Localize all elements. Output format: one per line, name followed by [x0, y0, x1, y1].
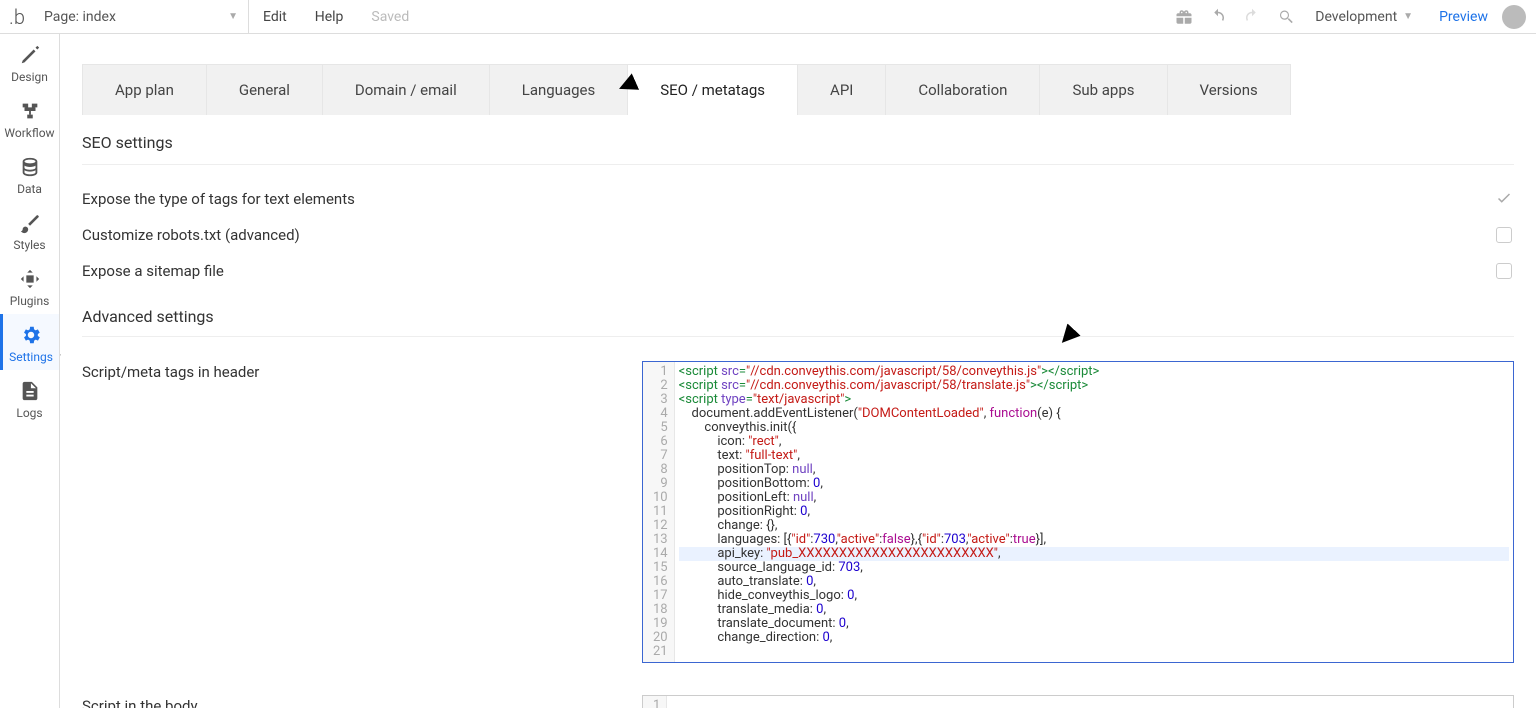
sidebar-item-logs[interactable]: Logs [0, 370, 59, 426]
tab-general[interactable]: General [207, 64, 323, 115]
document-icon [19, 380, 41, 402]
tab-api[interactable]: API [798, 64, 886, 115]
check-icon [1495, 190, 1513, 208]
sidebar-item-styles[interactable]: Styles [0, 202, 59, 258]
gift-icon[interactable] [1167, 0, 1201, 34]
environment-select[interactable]: Development ▼ [1303, 9, 1425, 25]
checkbox-robots[interactable] [1494, 225, 1514, 245]
code-editor-body[interactable]: 1 [642, 695, 1514, 708]
sidebar-item-workflow[interactable]: Workflow [0, 90, 59, 146]
code-editor-header[interactable]: 123456789101112131415161718192021 <scrip… [642, 361, 1514, 663]
menu-edit[interactable]: Edit [249, 0, 301, 33]
page-select-label: Page: index [44, 9, 116, 25]
sidebar-item-label: Design [11, 70, 48, 84]
tab-sub-apps[interactable]: Sub apps [1040, 64, 1167, 115]
design-icon [19, 44, 41, 66]
section-advanced-settings: Advanced settings [82, 289, 1514, 337]
setting-label: Expose the type of tags for text element… [82, 190, 355, 208]
page-select[interactable]: Page: index ▼ [34, 0, 249, 33]
label-script-body: Script in the body [82, 695, 642, 708]
chevron-down-icon: ▼ [228, 11, 238, 22]
sidebar-item-label: Logs [16, 406, 42, 420]
undo-icon[interactable] [1201, 0, 1235, 34]
gear-icon [20, 324, 42, 346]
sidebar-item-label: Workflow [4, 126, 54, 140]
tab-versions[interactable]: Versions [1168, 64, 1291, 115]
setting-expose-tags: Expose the type of tags for text element… [82, 181, 1514, 217]
tab-domain-email[interactable]: Domain / email [323, 64, 490, 115]
brush-icon [19, 212, 41, 234]
code-content[interactable] [667, 696, 1513, 708]
setting-label: Customize robots.txt (advanced) [82, 226, 300, 244]
avatar[interactable] [1502, 5, 1526, 29]
redo-icon[interactable] [1235, 0, 1269, 34]
menu-help[interactable]: Help [301, 0, 358, 33]
search-icon[interactable] [1269, 0, 1303, 34]
save-status: Saved [357, 0, 423, 33]
sidebar-item-plugins[interactable]: Plugins [0, 258, 59, 314]
checkbox-expose-tags[interactable] [1494, 189, 1514, 209]
main-panel: App plan General Domain / email Language… [60, 34, 1536, 708]
label-script-header: Script/meta tags in header [82, 361, 642, 381]
sidebar: Design Workflow Data Styles Plugins Sett… [0, 34, 60, 708]
logo-icon: .b [0, 5, 34, 29]
tab-languages[interactable]: Languages [490, 64, 629, 115]
section-seo-settings: SEO settings [82, 133, 1514, 165]
tab-app-plan[interactable]: App plan [82, 64, 207, 115]
preview-link[interactable]: Preview [1425, 9, 1502, 25]
plugin-icon [19, 268, 41, 290]
code-gutter: 123456789101112131415161718192021 [643, 362, 675, 662]
sidebar-item-settings[interactable]: Settings [0, 314, 59, 370]
tab-seo-metatags[interactable]: SEO / metatags [628, 64, 798, 115]
topbar-right: Development ▼ Preview [1167, 0, 1536, 33]
topbar: .b Page: index ▼ Edit Help Saved Develop… [0, 0, 1536, 34]
code-content[interactable]: <script src="//cdn.conveythis.com/javasc… [675, 362, 1513, 662]
sidebar-item-label: Settings [9, 350, 53, 364]
setting-sitemap: Expose a sitemap file [82, 253, 1514, 289]
setting-label: Expose a sitemap file [82, 262, 224, 280]
sidebar-item-design[interactable]: Design [0, 34, 59, 90]
settings-tabs: App plan General Domain / email Language… [82, 64, 1514, 115]
sidebar-item-label: Plugins [10, 294, 50, 308]
code-gutter: 1 [643, 696, 667, 708]
database-icon [19, 156, 41, 178]
tab-collaboration[interactable]: Collaboration [886, 64, 1040, 115]
sidebar-item-data[interactable]: Data [0, 146, 59, 202]
setting-robots: Customize robots.txt (advanced) [82, 217, 1514, 253]
checkbox-sitemap[interactable] [1494, 261, 1514, 281]
chevron-down-icon: ▼ [1403, 11, 1413, 22]
sidebar-item-label: Styles [13, 238, 45, 252]
sidebar-item-label: Data [17, 182, 42, 196]
environment-label: Development [1315, 9, 1397, 25]
workflow-icon [19, 100, 41, 122]
